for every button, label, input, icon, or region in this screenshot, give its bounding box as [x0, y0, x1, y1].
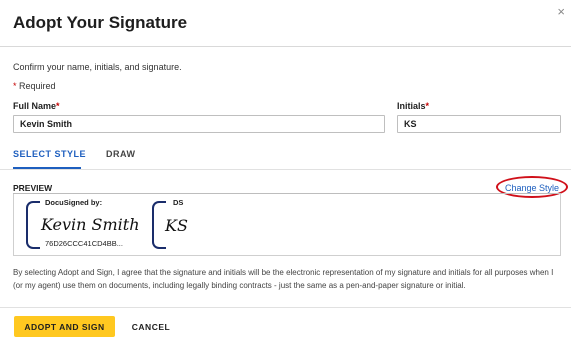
initials-required-star: * [425, 101, 430, 111]
initials-script: KS [164, 216, 188, 235]
initials-preview: DS KS [152, 198, 192, 249]
required-label: Required [16, 81, 56, 91]
signature-preview: DocuSigned by: Kevin Smith 76D26CCC41CD4… [26, 198, 140, 249]
initials-label-text: Initials [397, 101, 426, 111]
full-name-label-text: Full Name [13, 101, 57, 111]
dialog-header: Adopt Your Signature × [0, 0, 571, 47]
adopt-and-sign-button[interactable]: ADOPT AND SIGN [14, 316, 115, 337]
tab-draw[interactable]: DRAW [106, 149, 136, 159]
signature-script: Kevin Smith [40, 215, 140, 234]
signature-id: 76D26CCC41CD4BB... [45, 239, 123, 248]
change-style-link[interactable]: Change Style [505, 183, 559, 193]
initials-input[interactable] [397, 115, 561, 133]
tab-select-style[interactable]: SELECT STYLE [13, 149, 86, 159]
initials-graphic: KS [164, 216, 188, 235]
adopt-signature-dialog: Adopt Your Signature × Confirm your name… [0, 0, 571, 356]
cancel-button[interactable]: CANCEL [123, 316, 179, 337]
full-name-label: Full Name* [13, 101, 60, 111]
dialog-title: Adopt Your Signature [13, 13, 188, 32]
full-name-required-star: * [56, 101, 60, 111]
legal-disclaimer: By selecting Adopt and Sign, I agree tha… [13, 268, 554, 290]
footer-divider [0, 307, 571, 308]
full-name-input[interactable] [13, 115, 385, 133]
tabs-divider [0, 169, 571, 170]
initials-label: Initials* [397, 101, 429, 111]
required-note: * Required [13, 81, 56, 91]
close-icon[interactable]: × [557, 5, 565, 18]
preview-label: PREVIEW [13, 183, 53, 193]
intro-text: Confirm your name, initials, and signatu… [13, 62, 182, 72]
